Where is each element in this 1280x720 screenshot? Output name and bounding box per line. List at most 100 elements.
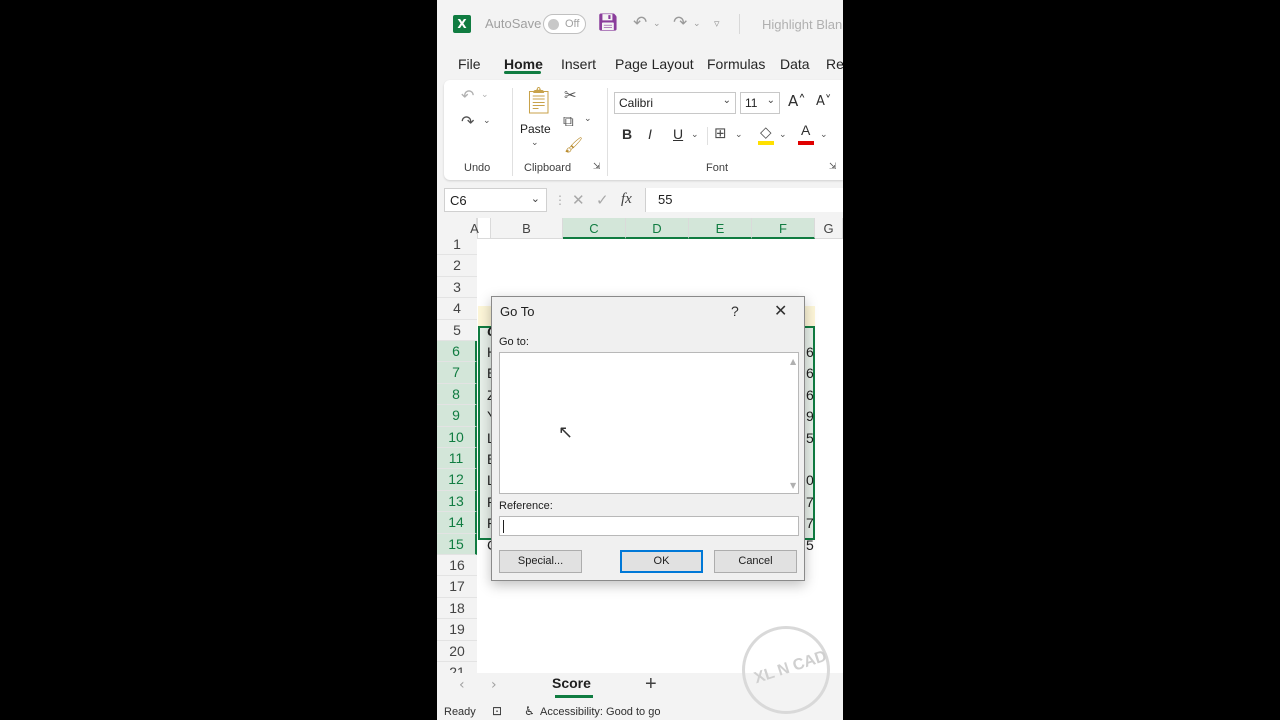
underline-button[interactable]: U	[673, 126, 683, 142]
underline-dropdown-icon[interactable]: ⌄	[691, 130, 699, 140]
sheet-tab-score[interactable]: Score	[552, 675, 591, 691]
next-sheet-icon[interactable]: ›	[491, 677, 497, 693]
font-size-select[interactable]: 11 ⌄	[740, 92, 780, 114]
row-header[interactable]: 7	[437, 362, 477, 384]
cut-icon[interactable]: ✂	[564, 86, 577, 104]
column-header-c[interactable]: C	[563, 218, 626, 239]
prev-sheet-icon[interactable]: ‹	[459, 677, 465, 693]
cell-f[interactable]: 7	[806, 515, 814, 531]
add-sheet-button[interactable]: +	[645, 673, 657, 696]
ribbon-undo-icon[interactable]: ↶	[461, 86, 474, 105]
copy-icon[interactable]: ⧉	[563, 112, 574, 130]
paste-dropdown-icon[interactable]: ⌄	[531, 138, 539, 148]
row-header[interactable]: 3	[437, 276, 477, 299]
row-header[interactable]: 15	[437, 533, 477, 555]
tab-insert[interactable]: Insert	[561, 56, 596, 72]
scroll-down-icon[interactable]: ▼	[790, 481, 796, 490]
clipboard-group-label: Clipboard	[524, 162, 572, 174]
customize-toolbar-icon[interactable]: ▿	[714, 17, 720, 30]
column-header-e[interactable]: E	[689, 218, 752, 239]
row-header[interactable]: 12	[437, 469, 477, 491]
cell-f[interactable]: 7	[806, 494, 814, 510]
row-header[interactable]: 19	[437, 619, 477, 641]
redo-dropdown-icon[interactable]: ⌄	[693, 19, 701, 29]
name-box[interactable]: C6 ⌄	[444, 188, 547, 212]
row-header[interactable]: 2	[437, 255, 477, 277]
row-header[interactable]: 9	[437, 405, 477, 427]
cell-f[interactable]: 5	[806, 430, 814, 446]
paste-button[interactable]: Paste	[520, 122, 551, 136]
cell-f[interactable]: 6	[806, 387, 814, 403]
special-button[interactable]: Special...	[499, 550, 582, 573]
ribbon-undo-dropdown-icon[interactable]: ⌄	[481, 90, 489, 100]
insert-function-button[interactable]: fx	[621, 191, 632, 208]
tab-review[interactable]: Re	[826, 56, 843, 72]
scroll-up-icon[interactable]: ▲	[790, 357, 796, 366]
cell-f[interactable]: 6	[806, 365, 814, 381]
row-header[interactable]: 10	[437, 426, 477, 448]
borders-dropdown-icon[interactable]: ⌄	[735, 130, 743, 140]
copy-dropdown-icon[interactable]: ⌄	[584, 114, 592, 124]
font-launcher-icon[interactable]: ⇲	[829, 162, 837, 172]
column-header-f[interactable]: F	[752, 218, 815, 239]
decrease-font-icon[interactable]: A˅	[816, 94, 831, 109]
font-name-select[interactable]: Calibri ⌄	[614, 92, 736, 114]
reference-label: Reference:	[499, 500, 553, 512]
row-header[interactable]: 8	[437, 383, 477, 406]
font-color-icon[interactable]: A	[801, 122, 810, 138]
row-header[interactable]: 1	[437, 234, 477, 256]
clipboard-launcher-icon[interactable]: ⇲	[593, 162, 601, 172]
cell-f[interactable]: 0	[806, 472, 814, 488]
ribbon-home: ↶ ⌄ ↷ ⌄ Undo 📋︎ Paste ⌄ ✂ ⧉ ⌄ 🖌︎ Clipboa…	[444, 80, 843, 180]
row-header[interactable]: 16	[437, 555, 477, 577]
undo-icon[interactable]: ↶	[633, 13, 647, 33]
save-icon[interactable]: 💾︎	[597, 13, 619, 33]
tab-home[interactable]: Home	[504, 56, 543, 72]
cell-f[interactable]: 9	[806, 408, 814, 424]
row-header[interactable]: 20	[437, 640, 477, 662]
format-painter-icon[interactable]: 🖌︎	[564, 136, 583, 154]
fill-color-icon[interactable]: ◇	[760, 123, 772, 141]
column-header-d[interactable]: D	[626, 218, 689, 239]
row-header[interactable]: 5	[437, 319, 477, 341]
row-header[interactable]: 6	[437, 341, 477, 363]
tab-file[interactable]: File	[458, 56, 481, 72]
italic-button[interactable]: I	[648, 126, 652, 142]
ribbon-tabs: File Home Insert Page Layout Formulas Da…	[437, 52, 843, 78]
undo-dropdown-icon[interactable]: ⌄	[653, 19, 661, 29]
formula-input[interactable]: 55	[645, 188, 843, 212]
cell-f[interactable]: 5	[806, 537, 814, 553]
accessibility-status[interactable]: Accessibility: Good to go	[540, 706, 660, 718]
paste-icon[interactable]: 📋︎	[522, 86, 555, 116]
help-button[interactable]: ?	[731, 303, 739, 319]
ribbon-redo-dropdown-icon[interactable]: ⌄	[483, 116, 491, 126]
cancel-button[interactable]: Cancel	[714, 550, 797, 573]
reference-input[interactable]	[499, 516, 799, 536]
borders-icon[interactable]: ⊞	[714, 124, 727, 142]
confirm-entry-icon[interactable]: ✓	[596, 191, 609, 209]
macro-record-icon[interactable]: ⊡	[492, 704, 502, 718]
row-header[interactable]: 13	[437, 490, 477, 513]
bold-button[interactable]: B	[622, 126, 632, 142]
autosave-toggle[interactable]: Off	[543, 14, 586, 34]
row-header[interactable]: 17	[437, 576, 477, 598]
fill-color-dropdown-icon[interactable]: ⌄	[779, 130, 787, 140]
redo-icon[interactable]: ↷	[673, 13, 687, 33]
cell-f[interactable]: 6	[806, 344, 814, 360]
font-color-dropdown-icon[interactable]: ⌄	[820, 130, 828, 140]
increase-font-icon[interactable]: A˄	[788, 92, 806, 110]
goto-listbox[interactable]: ▲ ▼	[499, 352, 799, 494]
close-icon[interactable]: ✕	[774, 301, 787, 320]
column-header-b[interactable]: B	[491, 218, 563, 239]
row-header[interactable]: 4	[437, 298, 477, 320]
row-header[interactable]: 11	[437, 448, 477, 470]
tab-data[interactable]: Data	[780, 56, 810, 72]
row-header[interactable]: 18	[437, 597, 477, 620]
column-header-g[interactable]: G	[815, 218, 843, 239]
ok-button[interactable]: OK	[620, 550, 703, 573]
tab-formulas[interactable]: Formulas	[707, 56, 765, 72]
row-header[interactable]: 14	[437, 512, 477, 534]
tab-page-layout[interactable]: Page Layout	[615, 56, 694, 72]
ribbon-redo-icon[interactable]: ↷	[461, 112, 474, 131]
cancel-entry-icon[interactable]: ✕	[572, 191, 585, 209]
